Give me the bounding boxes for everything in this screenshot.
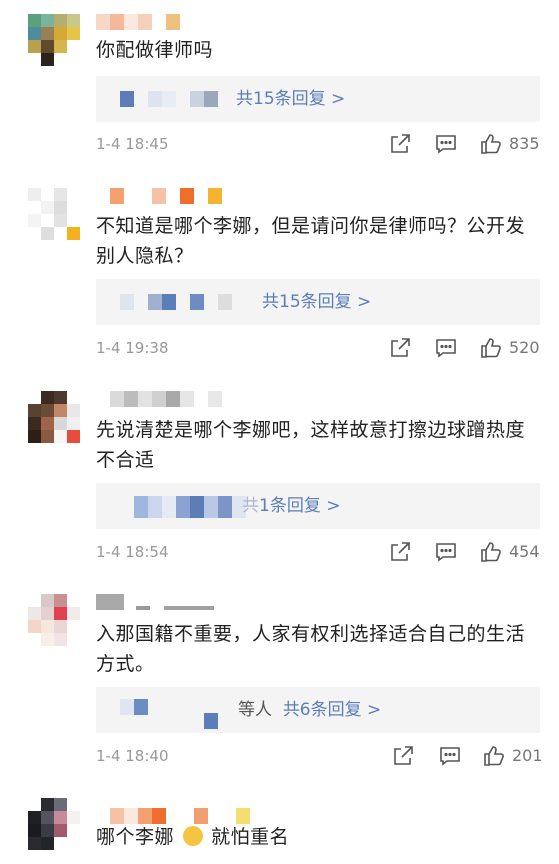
like-count: 835: [509, 134, 540, 153]
reply-prefix: 共: [242, 496, 259, 516]
like-count: 454: [509, 542, 540, 561]
username[interactable]: [96, 188, 222, 204]
reply-others: 等人: [238, 700, 272, 720]
comment-text: 不知道是哪个李娜，但是请问你是律师吗？公开发别人隐私？: [96, 215, 526, 267]
reply-avatars: [134, 496, 246, 518]
like-count: 201: [512, 746, 543, 765]
timestamp: 1-4 18:45: [96, 135, 169, 153]
reply-count: 共6条回复 >: [282, 700, 382, 720]
comment-text: 你配做律师吗: [96, 39, 214, 61]
reply-box[interactable]: 共15条回复 >: [96, 76, 540, 122]
reply-avatars: [120, 294, 260, 310]
reply-avatars: [120, 91, 218, 107]
share-icon[interactable]: [388, 540, 412, 564]
face-emoji-icon: [182, 826, 203, 846]
thumbs-up-icon[interactable]: [479, 540, 503, 564]
reply-avatars: [120, 699, 218, 729]
share-icon[interactable]: [391, 744, 415, 768]
avatar[interactable]: [28, 594, 80, 646]
avatar[interactable]: [28, 188, 80, 240]
timestamp: 1-4 18:54: [96, 543, 169, 561]
comment-icon[interactable]: [434, 132, 458, 156]
thumbs-up-icon[interactable]: [479, 132, 503, 156]
reply-box[interactable]: 共15条回复 >: [96, 279, 540, 325]
comment-meta: 1-4 18:40 201: [96, 741, 543, 771]
comment-text-after: 就怕重名: [211, 826, 290, 848]
comment-text-before: 哪个李娜: [96, 826, 175, 848]
view-replies-link[interactable]: 等人 共6条回复 >: [238, 687, 381, 733]
comment-text: 先说清楚是哪个李娜吧，这样故意打擦边球蹭热度不合适: [96, 419, 526, 471]
share-icon[interactable]: [388, 132, 412, 156]
comment-text: 哪个李娜 就怕重名: [96, 822, 536, 852]
view-replies-link[interactable]: 共15条回复 >: [262, 279, 371, 325]
username[interactable]: [96, 391, 222, 407]
username[interactable]: [96, 594, 214, 610]
view-replies-link[interactable]: 共15条回复 >: [236, 76, 345, 122]
avatar[interactable]: [28, 798, 80, 850]
reply-box[interactable]: 等人 共6条回复 >: [96, 687, 540, 733]
reply-box[interactable]: 共1条回复 >: [96, 483, 540, 529]
comment-icon[interactable]: [434, 540, 458, 564]
avatar[interactable]: [28, 391, 80, 443]
timestamp: 1-4 18:40: [96, 747, 169, 765]
username[interactable]: [96, 14, 180, 30]
timestamp: 1-4 19:38: [96, 339, 169, 357]
share-icon[interactable]: [388, 336, 412, 360]
thumbs-up-icon[interactable]: [482, 744, 506, 768]
comment-meta: 1-4 18:54 454: [96, 537, 540, 567]
comment-icon[interactable]: [438, 744, 462, 768]
thumbs-up-icon[interactable]: [479, 336, 503, 360]
comment-meta: 1-4 19:38 520: [96, 333, 540, 363]
view-replies-link[interactable]: 共1条回复 >: [242, 483, 340, 529]
like-count: 520: [509, 338, 540, 357]
avatar[interactable]: [28, 14, 80, 66]
reply-count: 1条回复 >: [259, 496, 341, 516]
comment-meta: 1-4 18:45 835: [96, 129, 540, 159]
comment-icon[interactable]: [434, 336, 458, 360]
comment-text: 入那国籍不重要，人家有权利选择适合自己的生活方式。: [96, 623, 526, 675]
